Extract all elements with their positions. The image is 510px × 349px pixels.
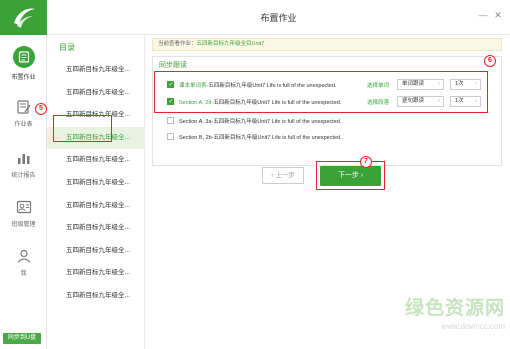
annotation-badge-5: 5 bbox=[35, 103, 47, 115]
watermark: 绿色资源网 www.downcc.com bbox=[375, 293, 505, 343]
annotation-badge-7: 7 bbox=[360, 156, 372, 168]
directory-item[interactable]: 五四新目标九年级全... bbox=[47, 285, 145, 308]
directory-item[interactable]: 五四新目标九年级全... bbox=[47, 59, 145, 82]
directory-item[interactable]: 五四新目标九年级全... bbox=[47, 240, 145, 263]
annotation-box-6 bbox=[154, 71, 488, 113]
close-icon[interactable]: ✕ bbox=[493, 10, 503, 20]
app-logo bbox=[0, 0, 47, 35]
notice-value: 五四新目标九年级全目Unit7 bbox=[196, 41, 265, 47]
row-checkbox[interactable] bbox=[167, 133, 174, 140]
minimize-icon[interactable]: — bbox=[478, 10, 488, 20]
window-title: 布置作业 bbox=[260, 13, 297, 23]
annotation-badge-6: 6 bbox=[484, 55, 496, 67]
annotation-box-7 bbox=[316, 161, 385, 190]
row-checkbox[interactable] bbox=[167, 117, 174, 124]
nav-item-stats[interactable]: 统计报告 bbox=[0, 150, 47, 190]
directory-item[interactable]: 五四新目标九年级全... bbox=[47, 195, 145, 218]
reading-row: Section B, 2b-五四新目标九年级Unit7 Life is full… bbox=[163, 129, 493, 145]
assign-homework-icon bbox=[12, 46, 35, 68]
prev-step-button[interactable]: ‹ 上一步 bbox=[262, 167, 304, 184]
row-title: 五四新目标九年级Unit7 Life is full of the unexpe… bbox=[213, 135, 342, 141]
stats-report-icon bbox=[17, 154, 29, 164]
class-manage-icon bbox=[16, 200, 31, 214]
directory-item[interactable]: 五四新目标九年级全... bbox=[47, 172, 145, 195]
watermark-url: www.downcc.com bbox=[441, 322, 505, 331]
watermark-text: 绿色资源网 bbox=[404, 298, 505, 319]
sync-usb-button[interactable]: 同步到U盘 bbox=[3, 333, 41, 344]
left-nav: 布置作业 作业表 统计报告 班级管理 我 同步到U盘 bbox=[0, 0, 47, 349]
current-homework-notice: 当前查看作业：五四新目标九年级全目Unit7 bbox=[152, 38, 502, 51]
row-prefix: Section B, 2b- bbox=[179, 135, 214, 141]
row-title: 五四新目标九年级Unit7 Life is full of the unexpe… bbox=[213, 119, 342, 125]
row-text: Section B, 2b-五四新目标九年级Unit7 Life is full… bbox=[179, 133, 342, 141]
annotation-box-5 bbox=[53, 115, 112, 142]
nav-item-class[interactable]: 班级管理 bbox=[0, 199, 47, 239]
directory-item[interactable]: 五四新目标九年级全... bbox=[47, 82, 145, 105]
directory-item[interactable]: 五四新目标九年级全... bbox=[47, 149, 145, 172]
nav-item-label: 作业表 bbox=[14, 122, 33, 128]
prev-step-label: 上一步 bbox=[275, 172, 295, 179]
nav-item-assign[interactable]: 布置作业 bbox=[0, 46, 47, 86]
reading-row: Section A, 3a-五四新目标九年级Unit7 Life is full… bbox=[163, 113, 493, 129]
app-logo-icon bbox=[14, 8, 35, 28]
title-bar: 布置作业 — ✕ bbox=[47, 0, 510, 35]
directory-item[interactable]: 五四新目标九年级全... bbox=[47, 262, 145, 285]
nav-item-label: 班级管理 bbox=[11, 222, 36, 228]
row-prefix: Section A, 3a- bbox=[179, 119, 214, 125]
user-icon bbox=[17, 249, 30, 263]
directory-list: 五四新目标九年级全... 五四新目标九年级全... 五四新目标九年级全... 五… bbox=[47, 59, 145, 308]
nav-item-label: 我 bbox=[20, 271, 27, 277]
directory-item[interactable]: 五四新目标九年级全... bbox=[47, 217, 145, 240]
panel-title: 同步跟读 bbox=[159, 62, 187, 69]
notice-prefix: 当前查看作业： bbox=[158, 41, 197, 47]
directory-title: 目录 bbox=[59, 43, 75, 52]
nav-item-label: 布置作业 bbox=[11, 75, 36, 81]
homework-list-icon bbox=[16, 100, 31, 114]
nav-item-me[interactable]: 我 bbox=[0, 248, 47, 288]
directory-panel: 目录 五四新目标九年级全... 五四新目标九年级全... 五四新目标九年级全..… bbox=[47, 35, 145, 349]
nav-item-label: 统计报告 bbox=[11, 173, 36, 179]
row-text: Section A, 3a-五四新目标九年级Unit7 Life is full… bbox=[179, 117, 341, 125]
